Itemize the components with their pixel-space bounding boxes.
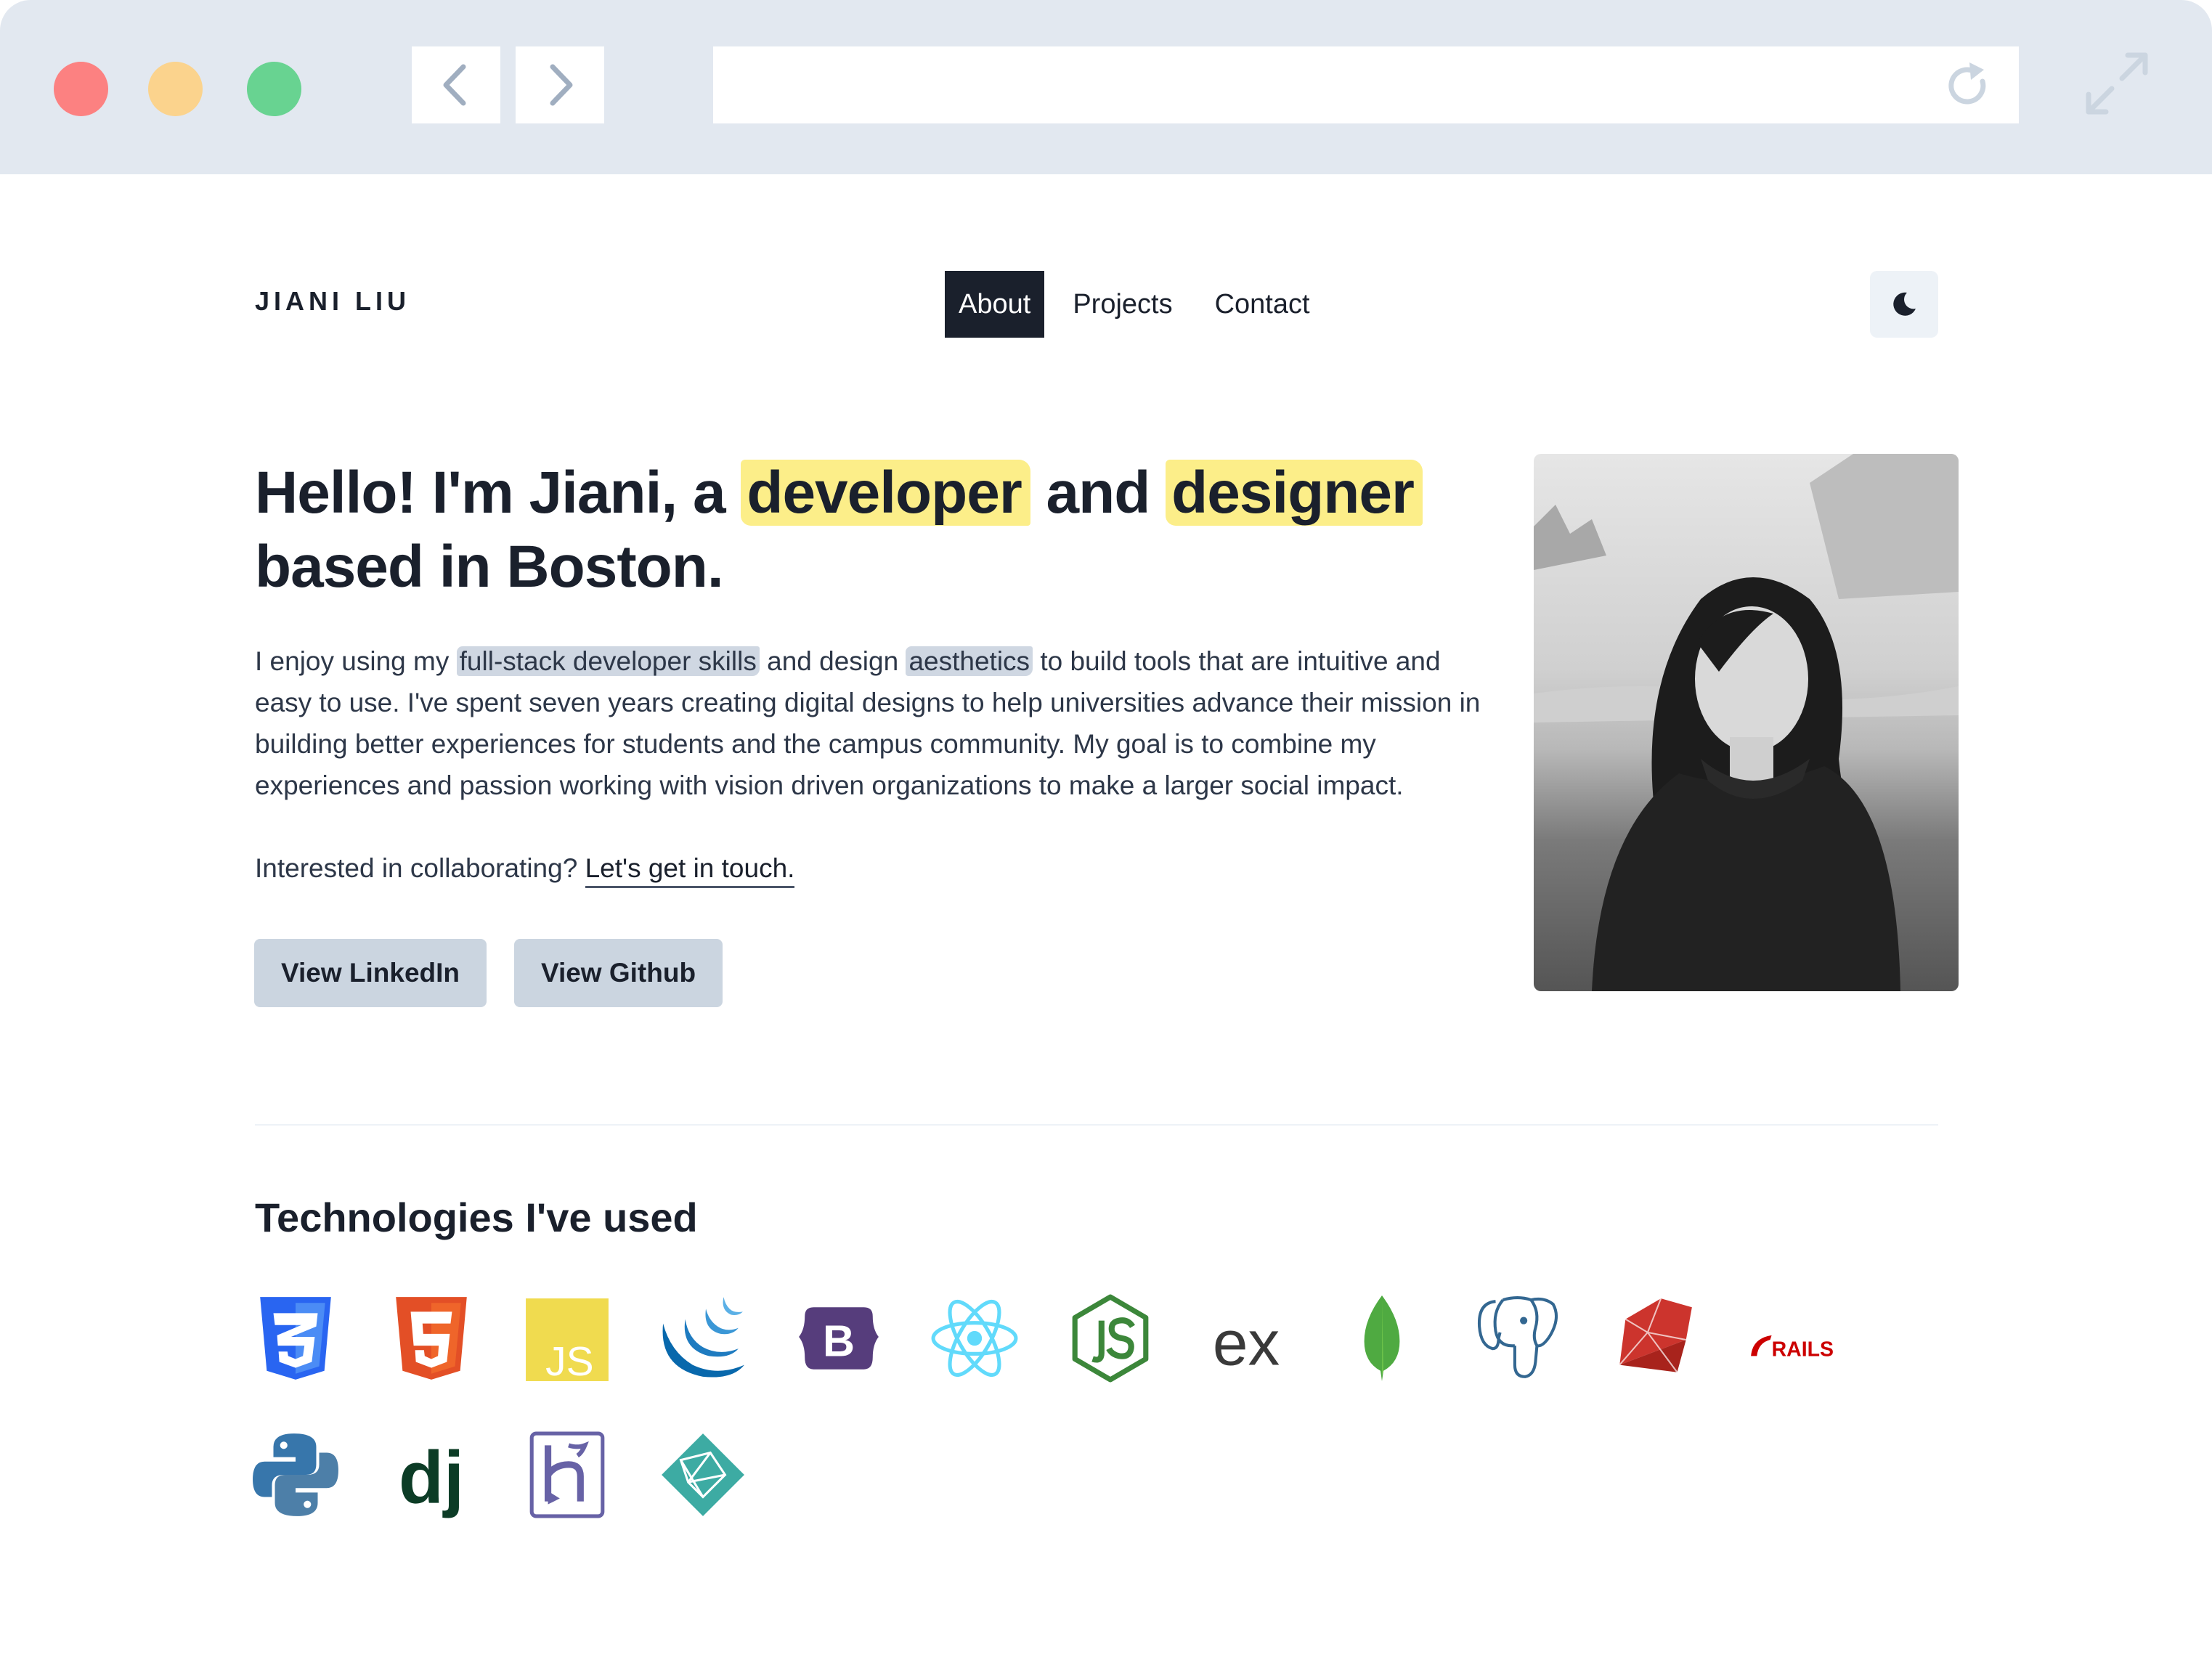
mongodb-icon bbox=[1364, 1295, 1400, 1381]
nodejs-icon bbox=[1072, 1294, 1149, 1383]
nav-item-contact[interactable]: Contact bbox=[1201, 271, 1324, 338]
bio-text: I enjoy using my bbox=[255, 646, 457, 676]
expand-icon[interactable] bbox=[2081, 48, 2152, 119]
jquery-icon bbox=[662, 1297, 744, 1378]
cta-text: Interested in collaborating? bbox=[255, 853, 585, 883]
highlight-designer: designer bbox=[1166, 460, 1423, 526]
postgresql-icon bbox=[1478, 1296, 1558, 1378]
express-icon: ex bbox=[1213, 1308, 1280, 1379]
address-bar[interactable] bbox=[713, 46, 2019, 123]
chevron-right-icon bbox=[550, 64, 573, 106]
chevron-left-icon bbox=[443, 64, 466, 106]
hero-title-text: based in Boston. bbox=[255, 534, 724, 600]
technologies-heading: Technologies I've used bbox=[255, 1195, 698, 1240]
nav-item-about[interactable]: About bbox=[945, 271, 1045, 338]
section-divider bbox=[255, 1124, 1938, 1126]
bio-highlight-skills: full-stack developer skills bbox=[456, 646, 760, 676]
reload-icon[interactable] bbox=[1942, 60, 1994, 112]
react-icon bbox=[931, 1300, 1018, 1377]
hero-title: Hello! I'm Jiani, a developer and design… bbox=[255, 456, 1489, 604]
back-button[interactable] bbox=[412, 46, 500, 123]
moon-icon bbox=[1893, 292, 1916, 316]
view-github-button[interactable]: View Github bbox=[514, 939, 723, 1007]
svg-text:RAILS: RAILS bbox=[1772, 1338, 1834, 1361]
netlify-icon bbox=[662, 1433, 744, 1516]
main-nav: About Projects Contact bbox=[945, 271, 1338, 338]
svg-text:ex: ex bbox=[1213, 1308, 1280, 1379]
profile-photo bbox=[1534, 454, 1959, 991]
hero-title-text: and bbox=[1030, 460, 1166, 526]
javascript-icon: JS bbox=[526, 1298, 609, 1383]
contact-cta: Interested in collaborating? Let's get i… bbox=[255, 848, 795, 889]
svg-text:B: B bbox=[823, 1316, 855, 1365]
bootstrap-icon: B bbox=[799, 1307, 879, 1370]
svg-text:JS: JS bbox=[545, 1338, 593, 1383]
hero-bio: I enjoy using my full-stack developer sk… bbox=[255, 640, 1497, 806]
forward-button[interactable] bbox=[516, 46, 604, 123]
hero-title-text: Hello! I'm Jiani, a bbox=[255, 460, 741, 526]
site-brand[interactable]: JIANI LIU bbox=[255, 286, 410, 317]
bio-text: and design bbox=[759, 646, 906, 676]
nav-item-projects[interactable]: Projects bbox=[1059, 271, 1186, 338]
css3-icon bbox=[260, 1297, 331, 1380]
maximize-window-button[interactable] bbox=[247, 62, 301, 116]
django-icon: dj bbox=[399, 1436, 464, 1519]
heroku-icon bbox=[529, 1431, 605, 1518]
close-window-button[interactable] bbox=[54, 62, 108, 116]
svg-text:dj: dj bbox=[399, 1436, 464, 1519]
theme-toggle-button[interactable] bbox=[1870, 271, 1938, 338]
html5-icon bbox=[396, 1297, 467, 1380]
browser-chrome bbox=[0, 0, 2212, 174]
python-icon bbox=[253, 1433, 338, 1516]
bio-highlight-aesthetics: aesthetics bbox=[906, 646, 1033, 676]
view-linkedin-button[interactable]: View LinkedIn bbox=[254, 939, 487, 1007]
ruby-icon bbox=[1619, 1298, 1692, 1373]
highlight-developer: developer bbox=[741, 460, 1030, 526]
contact-link[interactable]: Let's get in touch. bbox=[585, 853, 795, 888]
rails-icon: RAILS bbox=[1751, 1335, 1834, 1361]
minimize-window-button[interactable] bbox=[148, 62, 203, 116]
